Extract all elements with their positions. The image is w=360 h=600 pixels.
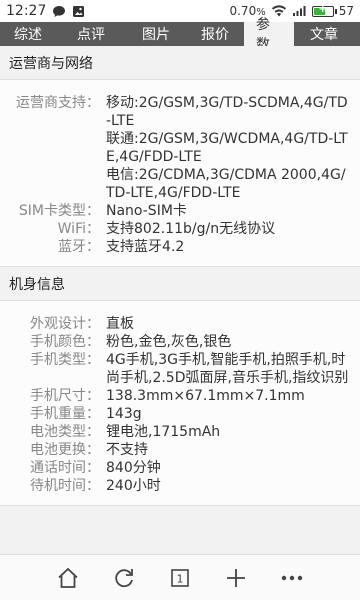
spec-value: 840分钟 [106, 460, 161, 476]
browser-bottom-nav: 1 [0, 554, 360, 600]
refresh-button[interactable] [104, 560, 144, 596]
spec-value: 143g [106, 406, 142, 422]
spec-label: 待机时间： [30, 478, 100, 494]
status-bar: 12:27 0.70% + 57 [0, 0, 360, 22]
spec-label: WiFi： [57, 221, 100, 237]
tabs-count: 1 [177, 572, 184, 585]
spec-row-bluetooth: 蓝牙： 支持蓝牙4.2 [0, 238, 360, 256]
spec-value: 4G手机,3G手机,智能手机,拍照手机,时尚手机,2.5D弧面屏,音乐手机,指纹… [106, 352, 349, 386]
image-icon [73, 5, 85, 17]
spec-label: 外观设计： [30, 316, 100, 332]
next-section-header-partial [0, 506, 360, 526]
spec-label: 手机颜色： [30, 334, 100, 350]
more-button[interactable] [272, 560, 312, 596]
spec-value: 支持蓝牙4.2 [106, 239, 185, 255]
section-header-body: 机身信息 [0, 267, 360, 301]
spec-row-size: 手机尺寸： 138.3mm×67.1mm×7.1mm [0, 387, 360, 405]
spec-value: 支持802.11b/g/n无线协议 [106, 221, 276, 237]
spec-label: 手机类型： [30, 352, 100, 368]
tab-specs[interactable]: 参数 [244, 17, 294, 53]
spec-row-wifi: WiFi： 支持802.11b/g/n无线协议 [0, 220, 360, 238]
spec-value: Nano-SIM卡 [106, 203, 187, 219]
spec-row-sim: SIM卡类型： Nano-SIM卡 [0, 202, 360, 220]
home-button[interactable] [48, 560, 88, 596]
section-header-network: 运营商与网络 [0, 46, 360, 80]
spec-row-type: 手机类型： 4G手机,3G手机,智能手机,拍照手机,时尚手机,2.5D弧面屏,音… [0, 351, 360, 387]
spec-value: 移动:2G/GSM,3G/TD-SCDMA,4G/TD-LTE 联通:2G/GS… [106, 95, 348, 201]
tab-bar: 综述 点评 图片 报价 参数 文章 [0, 17, 360, 53]
spec-row-design: 外观设计： 直板 [0, 315, 360, 333]
spec-label: 运营商支持： [16, 95, 100, 111]
spec-row-talk-time: 通话时间： 840分钟 [0, 459, 360, 477]
tabs-button[interactable]: 1 [160, 560, 200, 596]
tab-reviews[interactable]: 点评 [56, 22, 126, 46]
signal-icon [292, 6, 306, 16]
battery-percent: 57 [338, 4, 354, 18]
spec-label: 手机尺寸： [30, 388, 100, 404]
spec-row-color: 手机颜色： 粉色,金色,灰色,银色 [0, 333, 360, 351]
section-body-body: 外观设计： 直板 手机颜色： 粉色,金色,灰色,银色 手机类型： 4G手机,3G… [0, 301, 360, 506]
spec-label: SIM卡类型： [18, 203, 100, 219]
spec-value: 粉色,金色,灰色,银色 [106, 334, 232, 350]
spec-row-battery-replace: 电池更换： 不支持 [0, 441, 360, 459]
new-tab-button[interactable] [216, 560, 256, 596]
spec-value: 138.3mm×67.1mm×7.1mm [106, 388, 305, 404]
home-icon [58, 567, 78, 588]
specs-content[interactable]: 运营商与网络 运营商支持： 移动:2G/GSM,3G/TD-SCDMA,4G/T… [0, 46, 360, 554]
battery-icon: + [311, 4, 337, 17]
more-icon [281, 575, 303, 580]
tab-images[interactable]: 图片 [126, 22, 186, 46]
spec-row-carrier: 运营商支持： 移动:2G/GSM,3G/TD-SCDMA,4G/TD-LTE 联… [0, 94, 360, 202]
spec-label: 手机重量： [30, 406, 100, 422]
spec-label: 蓝牙： [58, 239, 100, 255]
spec-value: 不支持 [106, 442, 148, 458]
spec-value: 锂电池,1715mAh [106, 424, 221, 440]
spec-value: 直板 [106, 316, 134, 332]
section-body-network: 运营商支持： 移动:2G/GSM,3G/TD-SCDMA,4G/TD-LTE 联… [0, 80, 360, 267]
spec-row-standby-time: 待机时间： 240小时 [0, 477, 360, 495]
tab-price[interactable]: 报价 [186, 22, 244, 46]
spec-label: 电池类型： [30, 424, 100, 440]
spec-value: 240小时 [106, 478, 161, 494]
refresh-icon [115, 568, 133, 587]
spec-label: 通话时间： [30, 460, 100, 476]
chat-bubble-icon [53, 5, 66, 17]
spec-row-weight: 手机重量： 143g [0, 405, 360, 423]
tab-articles[interactable]: 文章 [294, 22, 354, 46]
tab-overview[interactable]: 综述 [0, 22, 56, 46]
plus-icon [227, 568, 245, 587]
spec-label: 电池更换： [30, 442, 100, 458]
spec-row-battery-type: 电池类型： 锂电池,1715mAh [0, 423, 360, 441]
tabs-icon: 1 [171, 568, 189, 587]
status-time: 12:27 [6, 3, 47, 19]
